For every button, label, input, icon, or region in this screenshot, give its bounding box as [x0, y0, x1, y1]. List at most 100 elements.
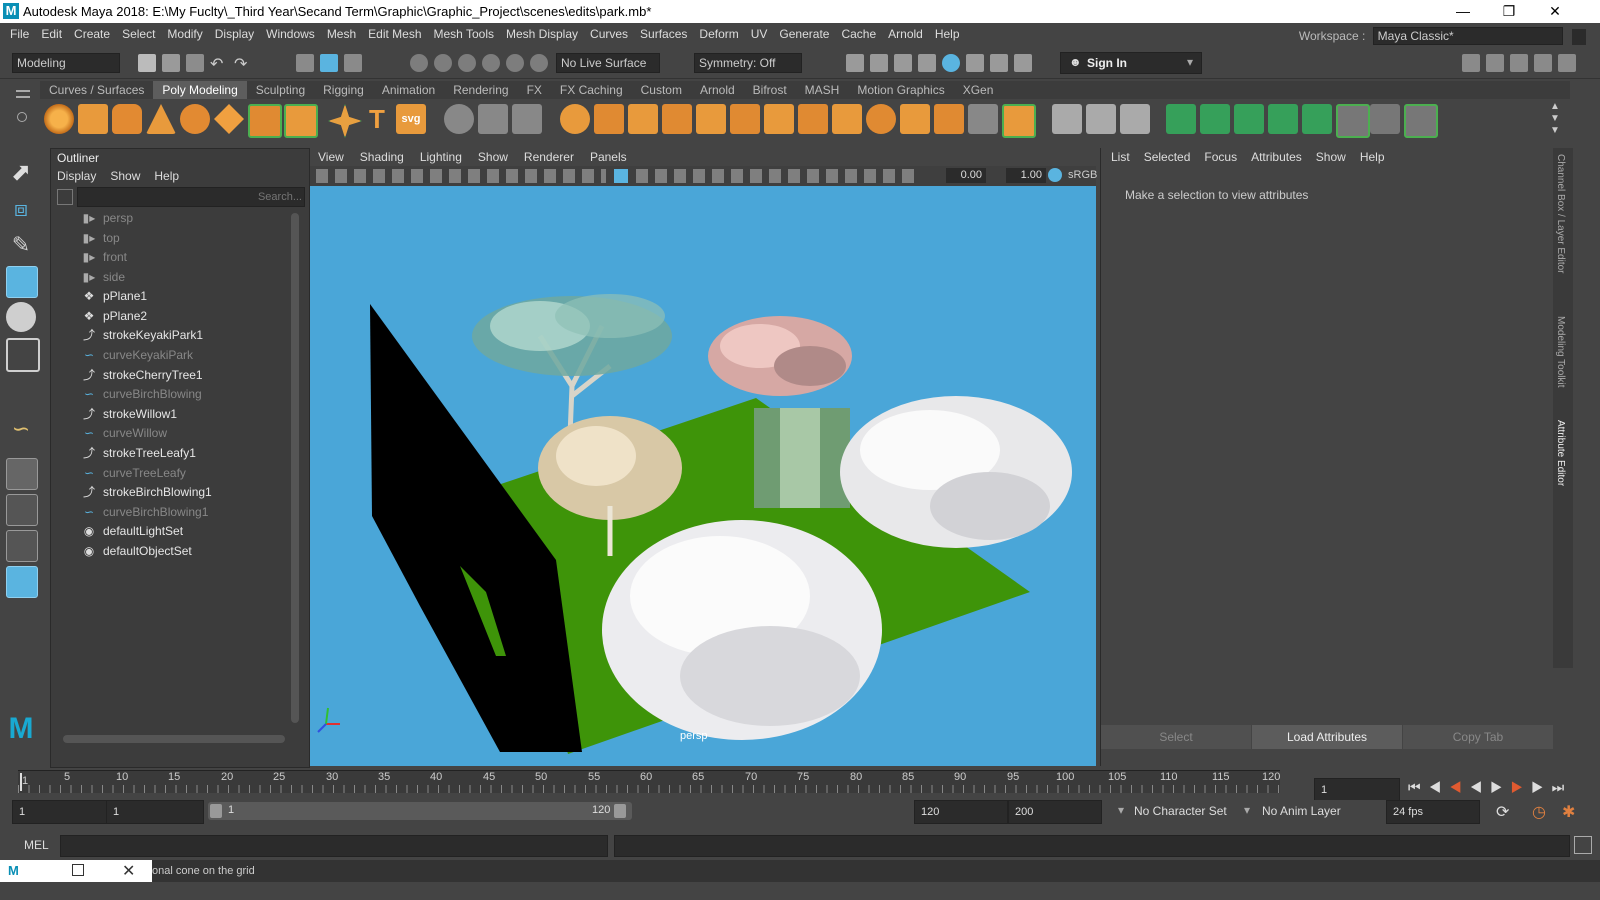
- shelf-tab-custom[interactable]: Custom: [632, 81, 691, 99]
- outliner-item[interactable]: ∽ curveBirchBlowing1: [81, 502, 208, 522]
- modeling-toolkit-icon[interactable]: [1462, 54, 1480, 72]
- menu-create[interactable]: Create: [68, 23, 116, 45]
- checker-icon[interactable]: [1336, 104, 1370, 138]
- render-frame-icon[interactable]: [870, 54, 888, 72]
- select-verts-icon[interactable]: [1234, 104, 1264, 134]
- outliner-item[interactable]: ⤴ strokeKeyakiPark1: [81, 325, 203, 345]
- new-scene-icon[interactable]: [138, 54, 156, 72]
- outliner-item[interactable]: ⤴ strokeBirchBlowing1: [81, 482, 212, 502]
- script-editor-icon[interactable]: [1574, 836, 1592, 854]
- exposure-field[interactable]: 0.00: [946, 168, 986, 183]
- poly-plane-icon[interactable]: [214, 104, 244, 134]
- soft-select-icon[interactable]: [1002, 104, 1036, 138]
- command-input[interactable]: [60, 835, 608, 857]
- extract-icon[interactable]: [628, 104, 658, 134]
- select-object-icon[interactable]: [320, 54, 338, 72]
- command-language-label[interactable]: MEL: [24, 838, 49, 852]
- scene-end-field[interactable]: 200: [1008, 800, 1102, 824]
- tab-attribute-editor[interactable]: Attribute Editor: [1555, 420, 1566, 486]
- x-tool-icon[interactable]: [1404, 104, 1438, 138]
- outliner-item[interactable]: ❖ pPlane1: [81, 286, 147, 306]
- target-weld-icon[interactable]: [866, 104, 896, 134]
- go-to-start-icon[interactable]: ⏮: [1408, 779, 1429, 795]
- snap-grid-icon[interactable]: [410, 54, 428, 72]
- camera-tools-icons[interactable]: [316, 169, 606, 183]
- menu-edit-mesh[interactable]: Edit Mesh: [362, 23, 427, 45]
- step-forward-frame-icon[interactable]: ▶: [1531, 779, 1552, 795]
- select-uvs-icon[interactable]: [1268, 104, 1298, 134]
- select-component-icon[interactable]: [344, 54, 362, 72]
- shelf-tab-animation[interactable]: Animation: [373, 81, 444, 99]
- attr-menu-selected[interactable]: Selected: [1144, 150, 1191, 164]
- select-hierarchy-icon[interactable]: [296, 54, 314, 72]
- outliner-item[interactable]: ▮▸ front: [81, 247, 127, 267]
- outliner-item[interactable]: ∽ curveTreeLeafy: [81, 463, 186, 483]
- select-tool-icon[interactable]: ⬈: [6, 158, 36, 188]
- menu-mesh-tools[interactable]: Mesh Tools: [428, 23, 500, 45]
- grow-selection-icon[interactable]: [1302, 104, 1332, 134]
- select-faces-icon[interactable]: [1166, 104, 1196, 134]
- connect-icon[interactable]: [900, 104, 930, 134]
- menu-curves[interactable]: Curves: [584, 23, 634, 45]
- shelf-tab-mash[interactable]: MASH: [796, 81, 849, 99]
- outliner-item[interactable]: ❖ pPlane2: [81, 306, 147, 326]
- channel-box-icon[interactable]: [1558, 54, 1576, 72]
- viewport-menu-view[interactable]: View: [318, 150, 344, 164]
- ipr-render-icon[interactable]: [894, 54, 912, 72]
- menu-help[interactable]: Help: [929, 23, 966, 45]
- offset-loop-icon[interactable]: [1120, 104, 1150, 134]
- gamma-field[interactable]: 1.00: [1006, 168, 1046, 183]
- two-view-icon[interactable]: [6, 530, 38, 562]
- redo-icon[interactable]: ↷: [234, 54, 247, 74]
- play-backwards-icon[interactable]: ◀: [1470, 779, 1491, 795]
- viewport-menu-panels[interactable]: Panels: [590, 150, 627, 164]
- menu-surfaces[interactable]: Surfaces: [634, 23, 693, 45]
- outliner-item[interactable]: ⤴ strokeCherryTree1: [81, 365, 203, 385]
- step-forward-key-icon[interactable]: ▶: [1511, 779, 1532, 795]
- poly-sphere-icon[interactable]: [44, 104, 74, 134]
- type-tool-icon[interactable]: T: [362, 104, 392, 134]
- viewport-menu-shading[interactable]: Shading: [360, 150, 404, 164]
- lock-icon[interactable]: [1572, 28, 1586, 45]
- tool-settings-icon[interactable]: [1534, 54, 1552, 72]
- character-set-chevron-icon[interactable]: ▾: [1118, 803, 1124, 817]
- poly-torus-icon[interactable]: [180, 104, 210, 134]
- perspective-viewport[interactable]: persp: [310, 186, 1096, 766]
- snap-live-icon[interactable]: [530, 54, 548, 72]
- close-icon[interactable]: ✕: [1532, 0, 1578, 23]
- snap-view-icon[interactable]: [482, 54, 500, 72]
- smooth-shade-icon[interactable]: [614, 169, 628, 183]
- minimize-icon[interactable]: —: [1440, 0, 1486, 23]
- attr-menu-focus[interactable]: Focus: [1204, 150, 1237, 164]
- separate-icon[interactable]: [478, 104, 508, 134]
- move-tool-icon[interactable]: [6, 266, 38, 298]
- shelf-tab-poly-modeling[interactable]: Poly Modeling: [153, 81, 247, 99]
- outliner-item[interactable]: ◉ defaultLightSet: [81, 521, 183, 541]
- outliner-item[interactable]: ◉ defaultObjectSet: [81, 541, 192, 561]
- viewport-menu-lighting[interactable]: Lighting: [420, 150, 462, 164]
- pause-viewport-icon[interactable]: [1014, 54, 1032, 72]
- fps-dropdown[interactable]: 24 fps: [1386, 800, 1480, 824]
- playback-start-field[interactable]: 1: [106, 800, 204, 824]
- combine-icon[interactable]: [444, 104, 474, 134]
- attr-menu-show[interactable]: Show: [1316, 150, 1346, 164]
- shelf-tab-rigging[interactable]: Rigging: [314, 81, 373, 99]
- bevel-icon[interactable]: [730, 104, 760, 134]
- shelf-tab-rendering[interactable]: Rendering: [444, 81, 517, 99]
- auto-key-icon[interactable]: ◷: [1532, 802, 1546, 822]
- human-ik-icon[interactable]: [1486, 54, 1504, 72]
- quad-draw-icon[interactable]: [934, 104, 964, 134]
- render-settings-icon[interactable]: [918, 54, 936, 72]
- color-management-icon[interactable]: [1048, 168, 1062, 182]
- outliner-search-input[interactable]: [77, 187, 305, 207]
- menu-file[interactable]: File: [4, 23, 35, 45]
- outliner-layout-icon[interactable]: [6, 566, 38, 598]
- attr-menu-attributes[interactable]: Attributes: [1251, 150, 1302, 164]
- snap-point-icon[interactable]: [458, 54, 476, 72]
- bridge-icon[interactable]: [662, 104, 692, 134]
- svg-tool-icon[interactable]: svg: [396, 104, 426, 134]
- tab-modeling-toolkit[interactable]: Modeling Toolkit: [1555, 316, 1566, 388]
- save-scene-icon[interactable]: [186, 54, 204, 72]
- shelf-tab-fx-caching[interactable]: FX Caching: [551, 81, 632, 99]
- time-ruler[interactable]: 1 5 10 15 20 25 30 35 40 45 50 55 60 65 …: [18, 770, 1280, 793]
